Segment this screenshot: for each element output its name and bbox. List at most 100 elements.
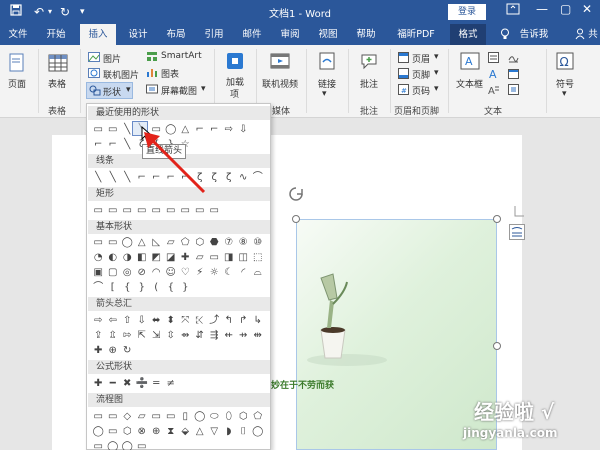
login-button[interactable]: 登录	[448, 4, 486, 20]
recent2-shape-0[interactable]: ⌐	[91, 138, 106, 152]
basic2-shape-9[interactable]: ◨	[222, 251, 237, 265]
basic-shape-8[interactable]: ⬣	[207, 236, 222, 250]
basic3-shape-7[interactable]: ⚡	[193, 266, 208, 280]
basic-shape-5[interactable]: ▱	[164, 236, 179, 250]
flowchart2-shape-11[interactable]: ◯	[251, 425, 266, 439]
basic3-shape-0[interactable]: ▣	[91, 266, 106, 280]
flowchart3-shape-2[interactable]: ◯	[120, 440, 135, 450]
rectangle-shape-3[interactable]: ▭	[135, 204, 150, 218]
basic-shape-10[interactable]: ⑧	[236, 236, 251, 250]
maximize-icon[interactable]: ▢	[560, 2, 571, 16]
flowchart2-shape-7[interactable]: △	[193, 425, 208, 439]
recent-shape-0[interactable]: ▭	[91, 123, 106, 137]
equation-shape-1[interactable]: ━	[106, 377, 121, 391]
date-time-icon[interactable]	[508, 68, 519, 82]
arrow-shape-6[interactable]: ⤧	[178, 314, 193, 328]
online-pictures-button[interactable]: 联机图片	[103, 68, 139, 81]
basic4-shape-3[interactable]: }	[135, 281, 150, 295]
arrow-shape-1[interactable]: ⇦	[106, 314, 121, 328]
arrow3-shape-1[interactable]: ⊕	[106, 344, 121, 358]
basic2-shape-7[interactable]: ▱	[193, 251, 208, 265]
rectangle-shape-1[interactable]: ▭	[106, 204, 121, 218]
flowchart-shape-7[interactable]: ◯	[193, 410, 208, 424]
tab-mailings[interactable]: 邮件	[236, 24, 268, 45]
flowchart-shape-2[interactable]: ◇	[120, 410, 135, 424]
flowchart2-shape-0[interactable]: ◯	[91, 425, 106, 439]
shapes-button[interactable]: 形状 ▾	[86, 82, 133, 99]
arrow-shape-3[interactable]: ⇩	[135, 314, 150, 328]
flowchart2-shape-6[interactable]: ⬙	[178, 425, 193, 439]
recent-shape-10[interactable]: ⇩	[236, 123, 251, 137]
rectangle-shape-6[interactable]: ▭	[178, 204, 193, 218]
arrow-shape-9[interactable]: ↰	[222, 314, 237, 328]
flowchart2-shape-8[interactable]: ▽	[207, 425, 222, 439]
line-shape-10[interactable]: ∿	[236, 171, 251, 185]
layout-options-icon[interactable]	[509, 224, 525, 243]
arrow3-shape-0[interactable]: ✚	[91, 344, 106, 358]
tab-references[interactable]: 引用	[198, 24, 230, 45]
basic4-shape-1[interactable]: [	[106, 281, 121, 295]
page-number-dropdown-icon[interactable]: ▾	[434, 84, 439, 94]
arrow2-shape-1[interactable]: ⇫	[106, 329, 121, 343]
basic-shape-11[interactable]: ⑩	[251, 236, 266, 250]
basic-shape-7[interactable]: ⬡	[193, 236, 208, 250]
flowchart-shape-0[interactable]: ▭	[91, 410, 106, 424]
basic2-shape-3[interactable]: ◧	[135, 251, 150, 265]
tab-insert[interactable]: 插入	[80, 24, 116, 45]
arrow-shape-2[interactable]: ⇧	[120, 314, 135, 328]
basic-shape-6[interactable]: ⬠	[178, 236, 193, 250]
footer-button[interactable]: 页脚	[412, 68, 430, 81]
basic-shape-4[interactable]: ◺	[149, 236, 164, 250]
flowchart-shape-3[interactable]: ▱	[135, 410, 150, 424]
resize-handle-top-right[interactable]	[493, 215, 501, 223]
basic4-shape-4[interactable]: (	[149, 281, 164, 295]
arrow2-shape-2[interactable]: ⇰	[120, 329, 135, 343]
flowchart-shape-5[interactable]: ▭	[164, 410, 179, 424]
line-shape-1[interactable]: ╲	[106, 171, 121, 185]
chart-button[interactable]: 图表	[161, 67, 179, 80]
basic2-shape-6[interactable]: ✚	[178, 251, 193, 265]
rectangle-shape-0[interactable]: ▭	[91, 204, 106, 218]
dropcap-icon[interactable]: A	[488, 84, 499, 98]
recent2-shape-1[interactable]: ⌐	[106, 138, 121, 152]
basic-shape-0[interactable]: ▭	[91, 236, 106, 250]
equation-shape-5[interactable]: ≠	[164, 377, 179, 391]
basic4-shape-5[interactable]: {	[164, 281, 179, 295]
wordart-icon[interactable]: A	[488, 68, 499, 82]
basic3-shape-1[interactable]: ▢	[106, 266, 121, 280]
basic2-shape-8[interactable]: ▭	[207, 251, 222, 265]
rectangle-shape-4[interactable]: ▭	[149, 204, 164, 218]
tab-home[interactable]: 开始	[40, 24, 72, 45]
screenshot-button[interactable]: 屏幕截图	[161, 84, 197, 97]
arrow-shape-10[interactable]: ↱	[236, 314, 251, 328]
recent-shape-9[interactable]: ⇨	[222, 123, 237, 137]
basic3-shape-6[interactable]: ♡	[178, 266, 193, 280]
arrow2-shape-8[interactable]: ⇶	[207, 329, 222, 343]
flowchart-shape-8[interactable]: ⬭	[207, 410, 222, 424]
header-button[interactable]: 页眉	[412, 52, 430, 65]
flowchart2-shape-4[interactable]: ⊕	[149, 425, 164, 439]
recent2-shape-2[interactable]: ╲	[120, 138, 135, 152]
flowchart2-shape-9[interactable]: ◗	[222, 425, 237, 439]
basic2-shape-11[interactable]: ⬚	[251, 251, 266, 265]
flowchart-shape-4[interactable]: ▭	[149, 410, 164, 424]
arrow2-shape-9[interactable]: ⇷	[222, 329, 237, 343]
recent-shape-1[interactable]: ▭	[106, 123, 121, 137]
symbols-dropdown-icon[interactable]: ▾	[562, 89, 567, 99]
line-shape-0[interactable]: ╲	[91, 171, 106, 185]
object-icon[interactable]	[508, 84, 519, 98]
pages-button[interactable]: 页面	[8, 77, 26, 90]
basic3-shape-5[interactable]: ☺	[164, 266, 179, 280]
basic3-shape-11[interactable]: ⌓	[251, 266, 266, 280]
basic2-shape-2[interactable]: ◑	[120, 251, 135, 265]
tab-design[interactable]: 设计	[122, 24, 154, 45]
comments-button[interactable]: 批注	[360, 77, 378, 90]
arrow2-shape-6[interactable]: ⇴	[178, 329, 193, 343]
basic3-shape-2[interactable]: ◎	[120, 266, 135, 280]
arrow2-shape-3[interactable]: ⇱	[135, 329, 150, 343]
selected-picture[interactable]	[296, 219, 497, 450]
basic3-shape-9[interactable]: ☾	[222, 266, 237, 280]
basic4-shape-2[interactable]: {	[120, 281, 135, 295]
arrow2-shape-0[interactable]: ⇪	[91, 329, 106, 343]
links-dropdown-icon[interactable]: ▾	[322, 89, 327, 99]
